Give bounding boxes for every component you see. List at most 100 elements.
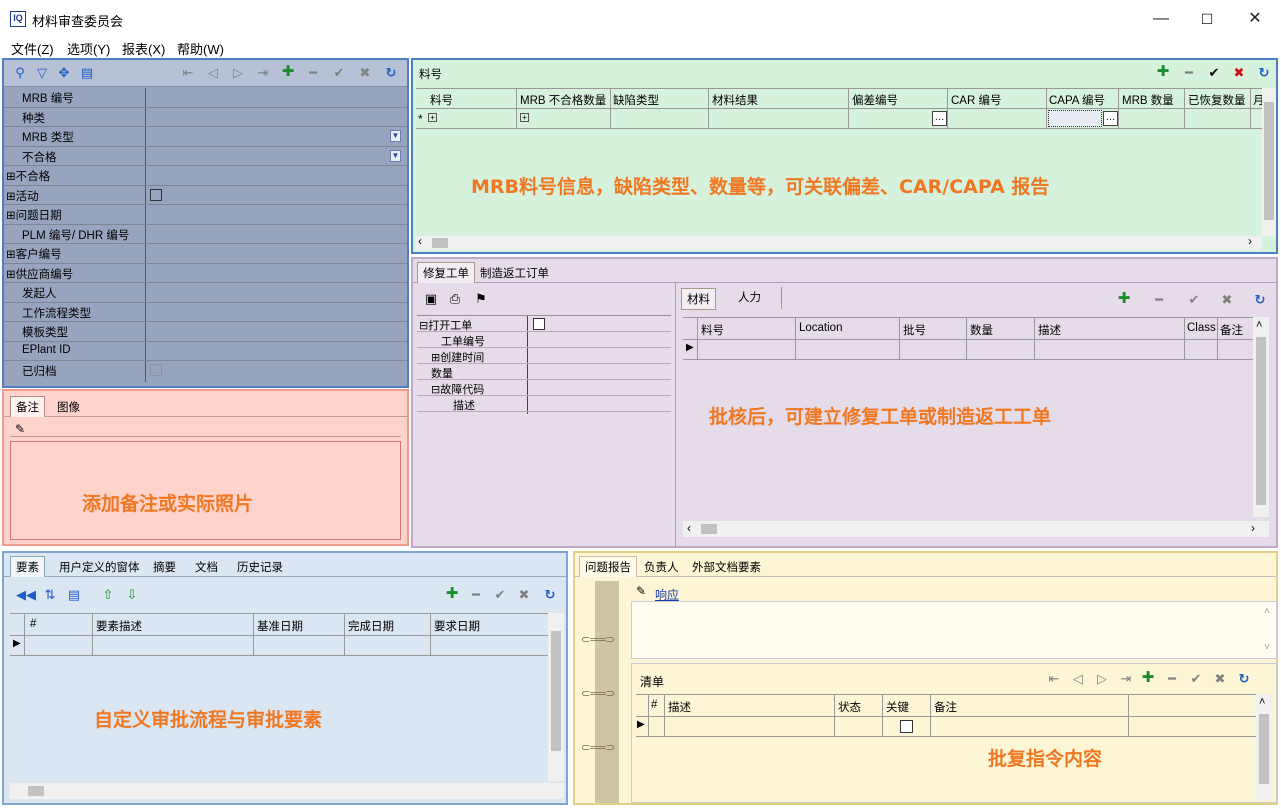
elements-remove-icon[interactable]: ━ [468,587,484,603]
checklist-vscroll[interactable]: ˄ [1256,694,1272,800]
checklist-col-num[interactable]: # [651,699,657,711]
flag-icon[interactable]: ⚑ [473,291,489,307]
response-textarea[interactable]: ˄ ˅ [631,601,1277,659]
filter-icon[interactable]: ▽ [34,65,50,81]
minimize-button[interactable]: — [1138,4,1184,34]
checklist-confirm-icon[interactable]: ✔ [1188,671,1204,687]
response-scroll-up-icon[interactable]: ˄ [1264,606,1270,617]
prop-activity[interactable]: ⊞活动 [6,188,39,204]
edit-note-icon[interactable]: ✎ [12,421,28,437]
open-order-checkbox[interactable] [533,318,545,330]
items-cancel-icon[interactable]: ✖ [1231,65,1247,81]
tab-images[interactable]: 图像 [52,397,85,417]
critical-checkbox[interactable] [900,720,913,733]
prop-nonconform-group[interactable]: ⊞不合格 [6,168,50,184]
elements-confirm-icon[interactable]: ✔ [492,587,508,603]
elements-col-base-date[interactable]: 基准日期 [257,618,303,634]
elements-add-icon[interactable]: ✚ [444,586,460,602]
items-remove-icon[interactable]: ━ [1181,65,1197,81]
scroll-up-icon[interactable]: ˄ [1256,319,1262,331]
capa-lookup-button[interactable]: … [1103,111,1118,126]
tab-summary[interactable]: 摘要 [148,557,181,577]
move-down-icon[interactable]: ⇩ [124,587,140,603]
items-col-material-result[interactable]: 材料结果 [712,92,758,108]
elements-col-num[interactable]: # [30,618,36,630]
repair-col-notes[interactable]: 备注 [1220,322,1243,338]
tab-issue-report[interactable]: 问题报告 [579,556,637,577]
items-col-mrb-qty[interactable]: MRB 数量 [1122,92,1174,108]
nonconform-dropdown[interactable]: ▼ [390,149,401,162]
capa-input[interactable] [1048,110,1102,127]
items-vscroll[interactable] [1262,88,1276,236]
checklist-next-icon[interactable]: ▷ [1094,671,1110,687]
tab-materials[interactable]: 材料 [681,288,716,310]
scroll-left-icon[interactable]: ‹ [418,234,422,248]
items-col-recovered-qty[interactable]: 已恢复数量 [1188,92,1246,108]
print-icon[interactable]: ⎙ [447,291,463,307]
form-icon[interactable]: ▤ [79,65,95,81]
checklist-cancel-icon[interactable]: ✖ [1212,671,1228,687]
prop-supplier-no[interactable]: ⊞供应商编号 [6,266,73,282]
tab-external-docs[interactable]: 外部文档要素 [687,557,766,577]
save-icon[interactable]: ▣ [423,291,439,307]
items-col-part-no[interactable]: 料号 [430,92,453,108]
menu-help[interactable]: 帮助(W) [177,39,224,58]
prop-issue-date[interactable]: ⊞问题日期 [6,207,62,223]
add-icon[interactable]: ✚ [280,64,296,80]
response-edit-icon[interactable]: ✎ [633,583,649,599]
binoculars-icon[interactable]: ⚲ [12,65,28,81]
menu-reports[interactable]: 报表(X) [122,39,165,58]
close-button[interactable]: ✕ [1232,4,1278,34]
repair-confirm-icon[interactable]: ✔ [1186,292,1202,308]
mrb-type-dropdown[interactable]: ▼ [390,130,401,142]
repair-scroll-right-icon[interactable]: › [1251,521,1255,535]
checklist-col-desc[interactable]: 描述 [668,699,691,715]
checklist-first-icon[interactable]: ⇤ [1046,671,1062,687]
tab-rework-order[interactable]: 制造返工订单 [475,263,554,283]
elements-refresh-icon[interactable]: ↻ [542,587,558,603]
repair-cancel-icon[interactable]: ✖ [1219,292,1235,308]
repair-remove-icon[interactable]: ━ [1151,292,1167,308]
items-confirm-icon[interactable]: ✔ [1206,65,1222,81]
items-col-nc-qty[interactable]: MRB 不合格数量 [520,92,606,108]
first-record-icon[interactable]: ⇤ [180,65,196,81]
repair-col-lot-no[interactable]: 批号 [903,322,926,338]
maximize-button[interactable]: ☐ [1184,4,1230,34]
tab-repair-order[interactable]: 修复工单 [417,262,475,283]
checklist-col-notes[interactable]: 备注 [934,699,957,715]
navigate-icon[interactable]: ✥ [56,65,72,81]
checklist-col-status[interactable]: 状态 [838,699,861,715]
elements-col-desc[interactable]: 要素描述 [96,618,142,634]
tab-labor[interactable]: 人力 [733,287,766,307]
checklist-refresh-icon[interactable]: ↻ [1236,671,1252,687]
prev-record-icon[interactable]: ◁ [205,65,221,81]
rewind-icon[interactable]: ◀◀ [16,587,36,603]
repair-hscroll[interactable]: ‹ › [683,521,1269,537]
sort-icon[interactable]: ⇅ [42,587,58,603]
next-record-icon[interactable]: ▷ [230,65,246,81]
last-record-icon[interactable]: ⇥ [255,65,271,81]
list-view-icon[interactable]: ▤ [66,587,82,603]
prop-customer-no[interactable]: ⊞客户编号 [6,246,62,262]
items-col-deviation-no[interactable]: 偏差编号 [852,92,898,108]
items-hscroll[interactable]: ‹ › [416,234,1262,250]
tab-elements[interactable]: 要素 [10,556,45,577]
tab-documents[interactable]: 文档 [190,557,223,577]
confirm-icon[interactable]: ✔ [331,65,347,81]
repair-col-part-no[interactable]: 料号 [701,322,724,338]
repair-add-icon[interactable]: ✚ [1116,291,1132,307]
elements-col-done-date[interactable]: 完成日期 [348,618,394,634]
nc-qty-expand-icon[interactable]: + [520,113,529,122]
response-scroll-down-icon[interactable]: ˅ [1264,642,1270,653]
elements-hscroll[interactable] [10,783,564,799]
tab-history[interactable]: 历史记录 [232,557,288,577]
scroll-right-icon[interactable]: › [1248,234,1252,248]
part-expand-icon[interactable]: + [428,113,437,122]
checklist-add-icon[interactable]: ✚ [1140,670,1156,686]
items-refresh-icon[interactable]: ↻ [1256,65,1272,81]
repair-col-location[interactable]: Location [799,322,842,334]
repair-col-desc[interactable]: 描述 [1038,322,1061,338]
move-up-icon[interactable]: ⇧ [100,587,116,603]
checklist-prev-icon[interactable]: ◁ [1070,671,1086,687]
checklist-last-icon[interactable]: ⇥ [1118,671,1134,687]
